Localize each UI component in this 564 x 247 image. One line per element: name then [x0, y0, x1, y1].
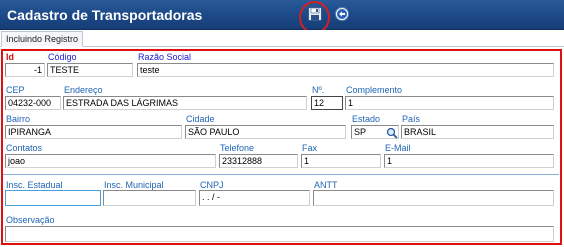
cep-field[interactable]: 04232-000 [5, 96, 61, 110]
complemento-field[interactable]: 1 [345, 96, 554, 110]
cep-label: CEP [6, 85, 25, 95]
complemento-label: Complemento [346, 85, 403, 95]
bairro-field[interactable]: IPIRANGA [5, 125, 182, 139]
id-field[interactable]: -1 [5, 63, 45, 77]
endereco-field[interactable]: ESTRADA DAS LÁGRIMAS [63, 96, 307, 110]
insc-estadual-field[interactable] [5, 190, 101, 206]
razao-social-field[interactable]: teste [137, 63, 554, 77]
fax-label: Fax [302, 143, 318, 153]
telefone-label: Telefone [220, 143, 255, 153]
pais-field[interactable]: BRASIL [401, 125, 554, 139]
contatos-field[interactable]: joao [5, 154, 216, 168]
numero-field[interactable]: 12 [311, 96, 343, 110]
fax-field[interactable]: 1 [301, 154, 381, 168]
title-bar: Cadastro de Transportadoras [0, 0, 564, 34]
antt-label: ANTT [314, 180, 338, 190]
back-button[interactable] [333, 5, 351, 23]
insc-municipal-field[interactable] [103, 190, 196, 206]
id-label: Id [6, 52, 14, 62]
form-highlight-frame [1, 49, 562, 245]
tab-incluindo-registro[interactable]: Incluindo Registro [1, 31, 84, 47]
cnpj-label: CNPJ [200, 180, 224, 190]
cidade-field[interactable]: SÃO PAULO [185, 125, 346, 139]
contatos-label: Contatos [6, 143, 43, 153]
email-field[interactable]: 1 [384, 154, 554, 168]
observacao-label: Observação [6, 215, 55, 225]
back-arrow-icon [335, 7, 349, 21]
tab-strip: Incluindo Registro [0, 30, 564, 47]
bairro-label: Bairro [6, 114, 31, 124]
antt-field[interactable] [313, 190, 554, 206]
cnpj-field[interactable]: . . / - [199, 190, 310, 206]
razao-social-label: Razão Social [138, 52, 192, 62]
insc-municipal-label: Insc. Municipal [104, 180, 164, 190]
section-divider [3, 174, 559, 175]
numero-label: Nº. [312, 85, 325, 95]
email-label: E-Mail [385, 143, 411, 153]
insc-estadual-label: Insc. Estadual [6, 180, 63, 190]
codigo-label: Código [48, 52, 77, 62]
observacao-field[interactable] [5, 226, 554, 242]
cidade-label: Cidade [186, 114, 215, 124]
pais-label: País [402, 114, 421, 124]
endereco-label: Endereço [64, 85, 103, 95]
window-title: Cadastro de Transportadoras [7, 7, 203, 23]
telefone-field[interactable]: 23312888 [219, 154, 298, 168]
codigo-field[interactable]: TESTE [47, 63, 133, 77]
estado-label: Estado [352, 114, 381, 124]
search-icon[interactable] [386, 127, 398, 139]
